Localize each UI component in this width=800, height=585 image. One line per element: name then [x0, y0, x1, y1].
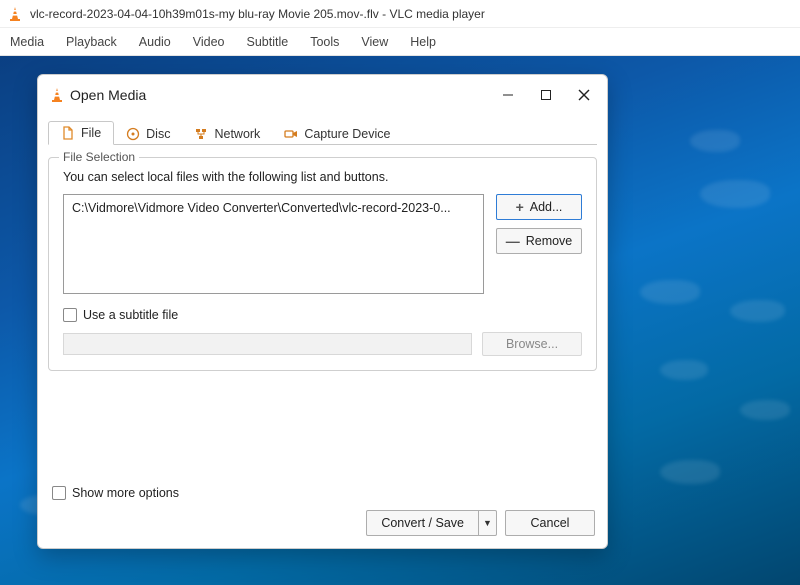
convert-save-dropdown[interactable]: ▼ — [479, 510, 497, 536]
tab-capture[interactable]: Capture Device — [272, 123, 402, 145]
file-selection-group: File Selection You can select local file… — [48, 157, 597, 371]
bg-fish — [660, 460, 720, 484]
remove-button[interactable]: — Remove — [496, 228, 582, 254]
file-icon — [61, 126, 75, 140]
add-button[interactable]: + Add... — [496, 194, 582, 220]
tab-network-label: Network — [214, 127, 260, 141]
show-more-checkbox[interactable] — [52, 486, 66, 500]
menu-audio[interactable]: Audio — [139, 35, 171, 49]
file-selection-legend: File Selection — [59, 150, 139, 164]
app-title: vlc-record-2023-04-04-10h39m01s-my blu-r… — [30, 7, 485, 21]
file-list-item[interactable]: C:\Vidmore\Vidmore Video Converter\Conve… — [72, 201, 451, 215]
convert-save-button[interactable]: Convert / Save — [366, 510, 479, 536]
convert-save-label: Convert / Save — [381, 516, 464, 530]
tab-capture-label: Capture Device — [304, 127, 390, 141]
dialog-titlebar: Open Media — [38, 75, 607, 115]
bg-fish — [660, 360, 708, 380]
vlc-cone-icon — [50, 87, 64, 103]
capture-icon — [284, 127, 298, 141]
minus-icon: — — [506, 234, 520, 248]
bg-fish — [700, 180, 770, 208]
maximize-button[interactable] — [527, 80, 565, 110]
bg-fish — [730, 300, 785, 322]
menu-media[interactable]: Media — [10, 35, 44, 49]
remove-button-label: Remove — [526, 234, 573, 248]
dialog-footer: Convert / Save ▼ Cancel — [38, 500, 607, 548]
bg-fish — [740, 400, 790, 420]
tab-network[interactable]: Network — [182, 123, 272, 145]
open-media-dialog: Open Media File Disc — [37, 74, 608, 549]
cancel-button[interactable]: Cancel — [505, 510, 595, 536]
use-subtitle-label: Use a subtitle file — [83, 308, 178, 322]
vlc-cone-icon — [8, 6, 22, 22]
app-titlebar: vlc-record-2023-04-04-10h39m01s-my blu-r… — [0, 0, 800, 28]
minimize-button[interactable] — [489, 80, 527, 110]
chevron-down-icon: ▼ — [483, 518, 492, 528]
tab-file-label: File — [81, 126, 101, 140]
network-icon — [194, 127, 208, 141]
browse-label: Browse... — [506, 337, 558, 351]
plus-icon: + — [516, 200, 524, 214]
tab-disc[interactable]: Disc — [114, 123, 182, 145]
menu-subtitle[interactable]: Subtitle — [247, 35, 289, 49]
menu-tools[interactable]: Tools — [310, 35, 339, 49]
dialog-title: Open Media — [70, 87, 489, 103]
disc-icon — [126, 127, 140, 141]
menu-help[interactable]: Help — [410, 35, 436, 49]
menu-view[interactable]: View — [361, 35, 388, 49]
convert-save-splitbutton[interactable]: Convert / Save ▼ — [366, 510, 497, 536]
file-selection-help: You can select local files with the foll… — [63, 170, 582, 184]
tab-strip: File Disc Network Capture Device — [48, 117, 597, 145]
show-more-label: Show more options — [72, 486, 179, 500]
tab-file[interactable]: File — [48, 121, 114, 145]
menubar: Media Playback Audio Video Subtitle Tool… — [0, 28, 800, 56]
menu-video[interactable]: Video — [193, 35, 225, 49]
use-subtitle-checkbox[interactable] — [63, 308, 77, 322]
menu-playback[interactable]: Playback — [66, 35, 117, 49]
bg-fish — [690, 130, 740, 152]
subtitle-path-field — [63, 333, 472, 355]
tab-disc-label: Disc — [146, 127, 170, 141]
file-list[interactable]: C:\Vidmore\Vidmore Video Converter\Conve… — [63, 194, 484, 294]
add-button-label: Add... — [530, 200, 563, 214]
browse-subtitle-button: Browse... — [482, 332, 582, 356]
close-button[interactable] — [565, 80, 603, 110]
bg-fish — [640, 280, 700, 304]
cancel-label: Cancel — [531, 516, 570, 530]
